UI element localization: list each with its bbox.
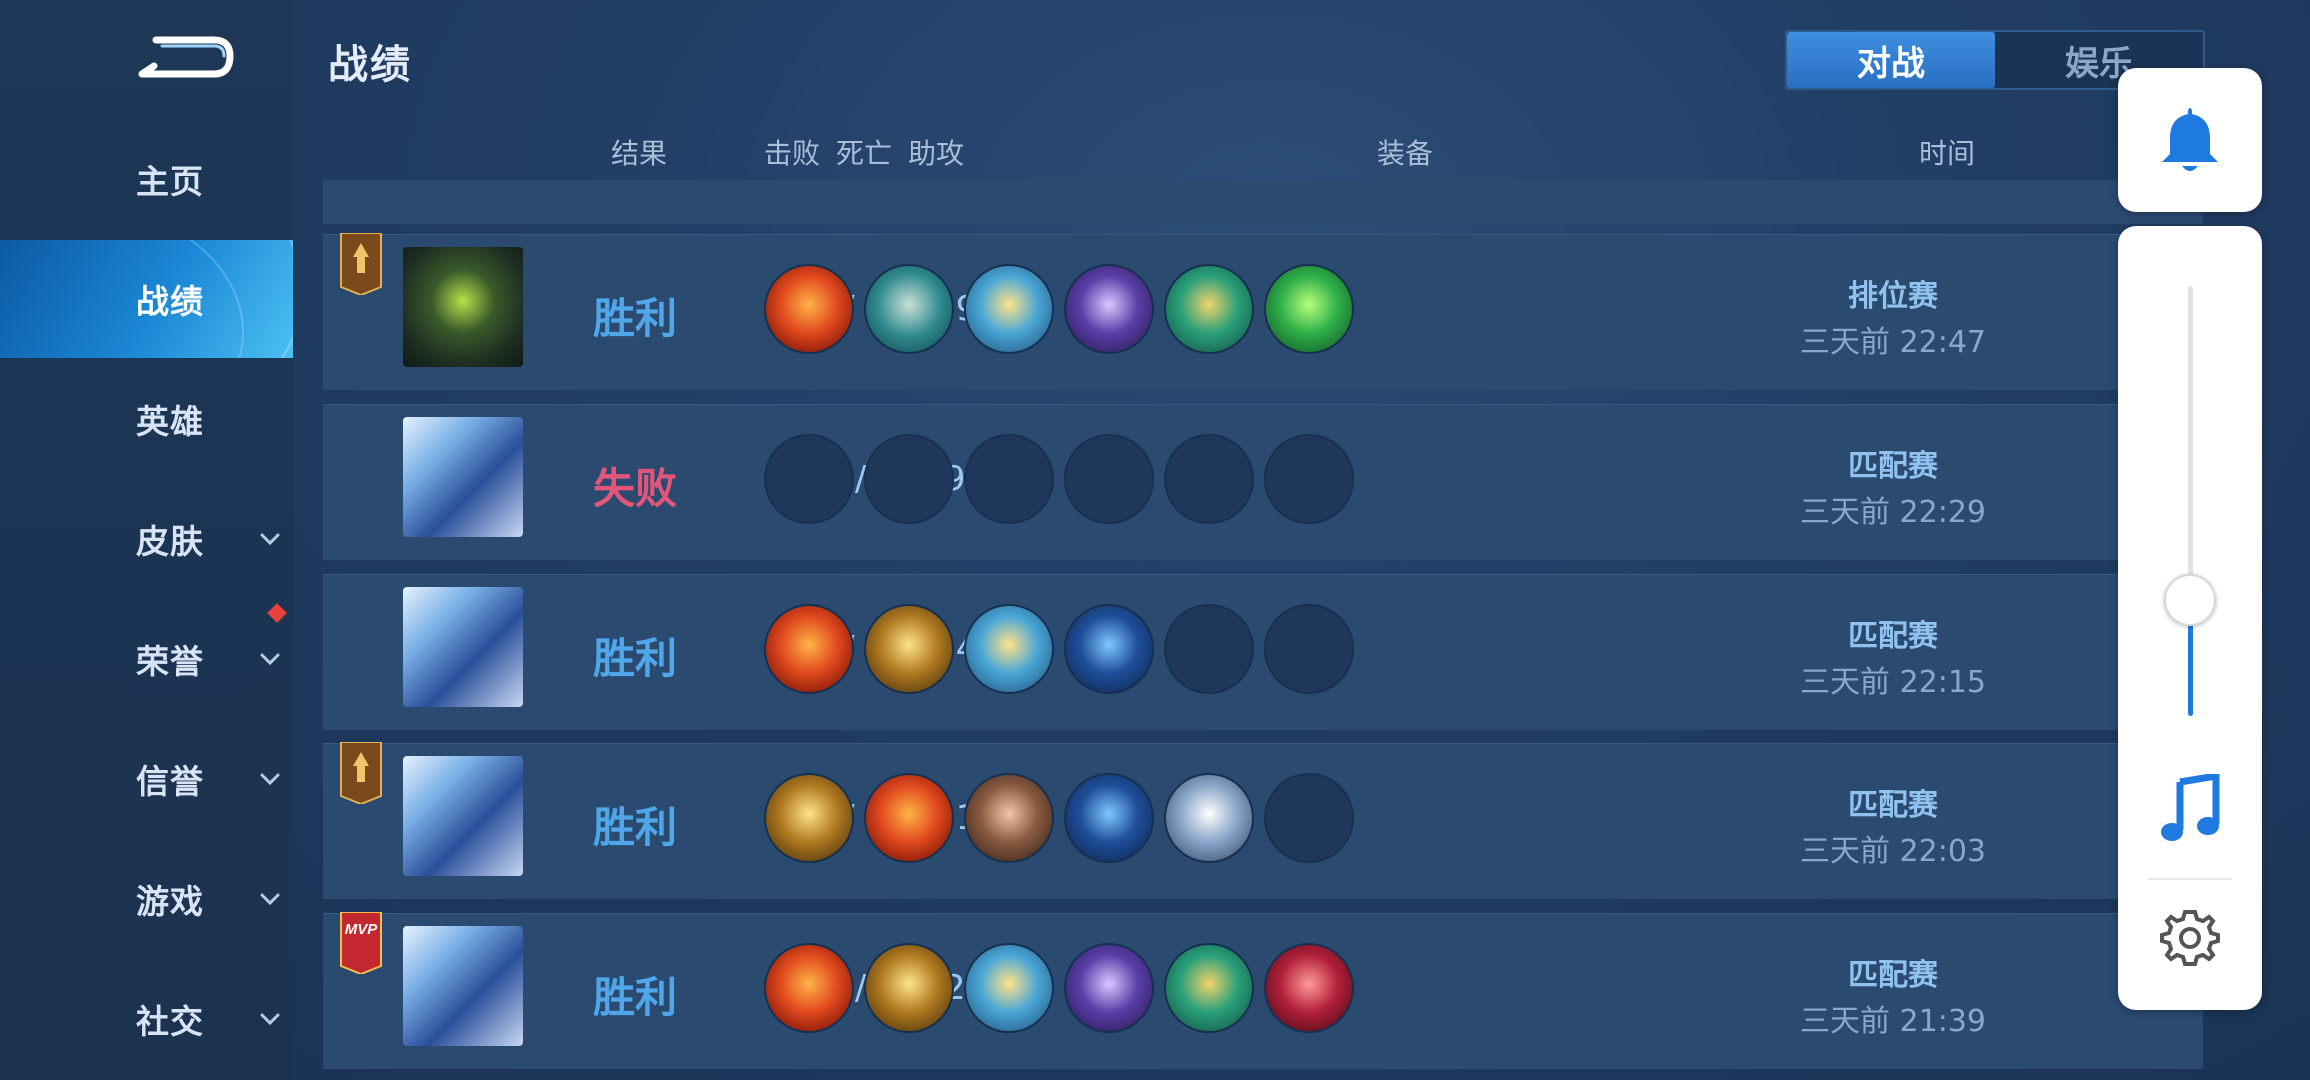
silver-shield-icon [1164, 773, 1254, 863]
hero-avatar[interactable] [403, 247, 523, 367]
sidebar-item-6[interactable]: 游戏 [0, 840, 293, 958]
notification-button[interactable] [2118, 68, 2262, 212]
red-claw-icon [1264, 943, 1354, 1033]
golden-mask-icon [964, 604, 1054, 694]
match-mode: 匹配赛 [1848, 958, 1938, 993]
column-header-result: 结果 [611, 137, 668, 170]
rank-badge-icon [340, 233, 382, 295]
match-time: 三天前 22:15 [1800, 665, 1986, 700]
gold-boots-icon [864, 943, 954, 1033]
match-time: 三天前 22:03 [1800, 834, 1986, 869]
sidebar-item-2[interactable]: 英雄 [0, 360, 293, 478]
gold-ring-icon [1164, 943, 1254, 1033]
match-time: 三天前 22:29 [1800, 495, 1986, 530]
golden-mask-icon [964, 943, 1054, 1033]
column-header-items: 装备 [1377, 137, 1434, 170]
sidebar-item-label: 游戏 [136, 882, 204, 921]
music-note-icon[interactable] [2158, 774, 2222, 844]
hero-avatar[interactable] [403, 926, 523, 1046]
chevron-down-icon [260, 773, 280, 786]
fire-orb-icon [764, 604, 854, 694]
back-arrow-icon[interactable] [136, 30, 236, 86]
blue-cloak-icon [1064, 773, 1154, 863]
gold-boots-icon [864, 604, 954, 694]
empty-item-slot [1264, 604, 1354, 694]
match-mode: 匹配赛 [1848, 619, 1938, 654]
match-list[interactable]: 胜利2 / 2 / 19排位赛三天前 22:47失败5 / 5 / 9匹配赛三天… [323, 180, 2203, 1080]
empty-item-slot [1164, 604, 1254, 694]
column-header-time: 时间 [1919, 137, 1976, 170]
match-result: 胜利 [593, 973, 678, 1022]
sidebar-item-0[interactable]: 主页 [0, 120, 293, 238]
page-title: 战绩 [328, 42, 412, 88]
sidebar-item-label: 英雄 [136, 402, 204, 441]
panel-divider [2148, 878, 2232, 880]
column-header-kills: 击败 [764, 137, 821, 170]
volume-slider-thumb[interactable] [2164, 573, 2216, 626]
gear-icon[interactable] [2160, 908, 2220, 968]
empty-item-slot [764, 434, 854, 524]
bell-icon [2162, 108, 2218, 171]
fire-orb-icon [764, 264, 854, 354]
empty-item-slot [1264, 773, 1354, 863]
mvp-badge-icon: MVP [340, 912, 382, 974]
match-row[interactable]: 胜利2 / 5 / 14匹配赛三天前 22:15 [323, 574, 2203, 730]
armor-icon [964, 773, 1054, 863]
svg-text:MVP: MVP [345, 921, 379, 938]
sidebar-item-label: 荣誉 [136, 642, 204, 681]
empty-item-slot [1164, 434, 1254, 524]
match-row[interactable]: MVP胜利11 / 7 / 20匹配赛三天前 21:39 [323, 912, 2203, 1069]
purple-helm-icon [1064, 264, 1154, 354]
chevron-down-icon [260, 893, 280, 906]
hero-avatar[interactable] [403, 756, 523, 876]
sidebar: 主页战绩英雄皮肤荣誉信誉游戏社交 [0, 0, 293, 1080]
sidebar-item-label: 信誉 [136, 762, 204, 801]
fire-orb-icon [764, 943, 854, 1033]
hero-avatar[interactable] [403, 587, 523, 707]
column-header-deaths: 死亡 [836, 137, 893, 170]
match-time: 三天前 22:47 [1800, 325, 1986, 360]
empty-item-slot [964, 434, 1054, 524]
match-result: 胜利 [593, 294, 678, 343]
sidebar-item-4[interactable]: 荣誉 [0, 600, 293, 718]
match-row[interactable]: 胜利2 / 2 / 19排位赛三天前 22:47 [323, 233, 2203, 390]
chevron-down-icon [260, 653, 280, 666]
sidebar-item-3[interactable]: 皮肤 [0, 480, 293, 598]
fire-orb-icon [864, 773, 954, 863]
match-result: 胜利 [593, 803, 678, 852]
green-gem-icon [1264, 264, 1354, 354]
empty-item-slot [864, 434, 954, 524]
sidebar-item-1[interactable]: 战绩 [0, 240, 293, 358]
hero-avatar[interactable] [403, 417, 523, 537]
empty-item-slot [1264, 434, 1354, 524]
tab-battle[interactable]: 对战 [1787, 32, 1995, 88]
sidebar-item-5[interactable]: 信誉 [0, 720, 293, 838]
gold-boots-icon [764, 773, 854, 863]
match-row[interactable]: 胜利3 / 1 / 21匹配赛三天前 22:03 [323, 742, 2203, 899]
quick-control-panel [2118, 226, 2262, 1010]
match-result: 失败 [593, 464, 678, 513]
match-mode: 排位赛 [1848, 279, 1938, 314]
sidebar-item-label: 皮肤 [136, 522, 204, 561]
match-time: 三天前 21:39 [1800, 1004, 1986, 1039]
blue-cloak-icon [1064, 604, 1154, 694]
match-mode: 匹配赛 [1848, 788, 1938, 823]
sidebar-item-7[interactable]: 社交 [0, 960, 293, 1078]
empty-item-slot [1064, 434, 1154, 524]
match-row-partial[interactable] [323, 180, 2203, 224]
purple-helm-icon [1064, 943, 1154, 1033]
chevron-down-icon [260, 1013, 280, 1026]
match-result: 胜利 [593, 634, 678, 683]
sidebar-item-label: 社交 [136, 1002, 204, 1041]
match-row[interactable]: 失败5 / 5 / 9匹配赛三天前 22:29 [323, 404, 2203, 560]
sidebar-item-label: 战绩 [136, 282, 204, 321]
gold-ring-icon [1164, 264, 1254, 354]
column-header-assists: 助攻 [908, 137, 965, 170]
golden-mask-icon [964, 264, 1054, 354]
boots-icon [864, 264, 954, 354]
rank-badge-icon [340, 742, 382, 804]
match-mode: 匹配赛 [1848, 449, 1938, 484]
chevron-down-icon [260, 533, 280, 546]
sidebar-item-label: 主页 [136, 162, 204, 201]
